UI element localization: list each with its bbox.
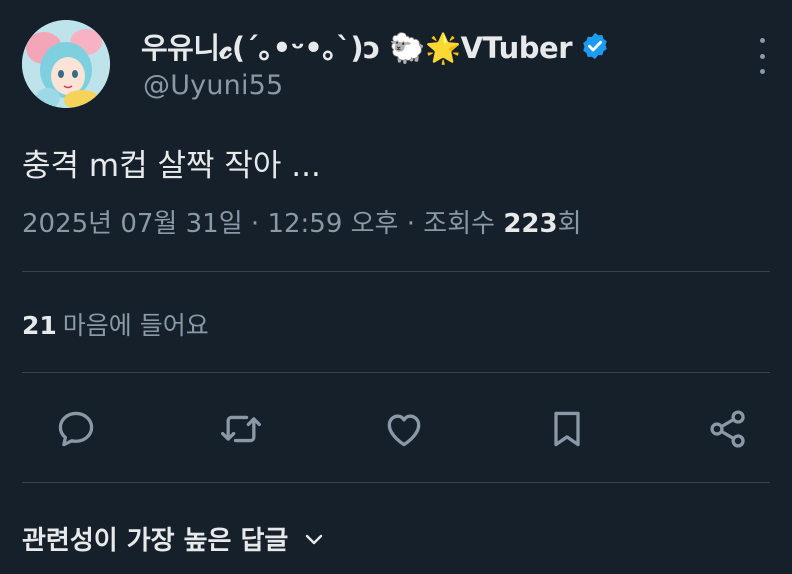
reply-button[interactable] — [51, 404, 101, 454]
views-suffix: 회 — [557, 209, 582, 239]
meta-separator: · — [250, 209, 260, 239]
tweet-header: 우유니𝓬(´｡•ᵕ•｡`)ɔ 🐑🌟VTuber @Uyuni55 — [22, 20, 772, 112]
likes-label: 마음에 들어요 — [62, 311, 209, 340]
verified-badge-icon — [580, 31, 610, 61]
tweet-meta: 2025년 07월 31일 · 12:59 오후 · 조회수 223회 — [22, 203, 582, 240]
tweet-date[interactable]: 2025년 07월 31일 — [22, 209, 243, 239]
avatar-image — [22, 20, 110, 108]
retweet-button[interactable] — [216, 404, 266, 454]
divider — [22, 271, 770, 272]
bookmark-button[interactable] — [542, 404, 592, 454]
retweet-icon — [221, 415, 261, 443]
action-bar — [0, 400, 792, 460]
bookmark-icon — [554, 411, 580, 447]
heart-icon — [387, 414, 421, 447]
meta-separator: · — [406, 209, 416, 239]
like-button[interactable] — [379, 404, 429, 454]
author-name-row[interactable]: 우유니𝓬(´｡•ᵕ•｡`)ɔ 🐑🌟VTuber — [141, 26, 610, 66]
author-display-name[interactable]: 우유니𝓬(´｡•ᵕ•｡`)ɔ 🐑🌟VTuber — [141, 25, 573, 67]
share-icon — [710, 410, 745, 448]
views-label: 조회수 — [423, 209, 496, 239]
chevron-down-icon — [306, 534, 323, 544]
share-button[interactable] — [703, 404, 753, 454]
more-options-icon[interactable] — [752, 38, 772, 74]
avatar[interactable] — [22, 20, 110, 108]
replies-sort-label: 관련성이 가장 높은 답글 — [22, 526, 289, 556]
tweet-text: 충격 m컵 살짝 작아 ... — [22, 148, 321, 184]
views-count: 223 — [503, 209, 558, 239]
author-handle[interactable]: @Uyuni55 — [143, 70, 283, 101]
divider — [22, 482, 770, 483]
divider — [22, 372, 770, 373]
reply-icon — [58, 411, 94, 447]
replies-sort-button[interactable]: 관련성이 가장 높은 답글 — [22, 520, 326, 557]
likes-count: 21 — [22, 311, 57, 340]
likes-summary[interactable]: 21 마음에 들어요 — [22, 306, 209, 342]
tweet-time[interactable]: 12:59 오후 — [267, 209, 398, 239]
